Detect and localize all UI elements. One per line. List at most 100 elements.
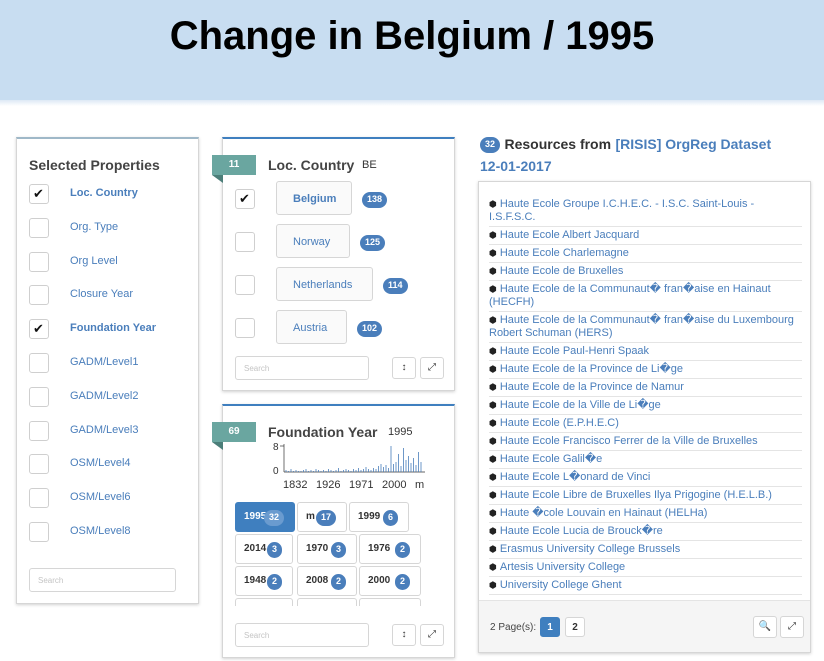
- resource-link[interactable]: Haute Ecole Albert Jacquard: [500, 229, 639, 241]
- property-label[interactable]: Loc. Country: [70, 187, 138, 199]
- resource-item[interactable]: ⬢ Haute Ecole de la Ville de Li�ge: [489, 397, 802, 415]
- resource-item[interactable]: ⬢ Erasmus University College Brussels: [489, 541, 802, 559]
- property-row[interactable]: OSM/Level6: [29, 488, 194, 510]
- year-button-clipped[interactable]: [297, 598, 357, 606]
- property-label[interactable]: OSM/Level4: [70, 457, 131, 469]
- property-checkbox[interactable]: [29, 353, 49, 373]
- year-button[interactable]: 2014 3: [235, 534, 293, 564]
- resource-link[interactable]: Haute Ecole Galil�e: [500, 453, 602, 465]
- property-checkbox[interactable]: [29, 454, 49, 475]
- resource-item[interactable]: ⬢ Haute Ecole Paul-Henri Spaak: [489, 343, 802, 361]
- property-label[interactable]: Foundation Year: [70, 322, 156, 334]
- year-button[interactable]: m 17: [297, 502, 347, 532]
- year-button[interactable]: 1970 3: [297, 534, 357, 564]
- property-row[interactable]: GADM/Level1: [29, 353, 194, 375]
- year-button[interactable]: 2000 2: [359, 566, 421, 596]
- resource-item[interactable]: ⬢ Haute Ecole de la Communaut� fran�aise …: [489, 312, 802, 343]
- resource-link[interactable]: Haute �cole Louvain en Hainaut (HELHa): [500, 507, 708, 519]
- resource-item[interactable]: ⬢ Haute Ecole de la Communaut� fran�aise …: [489, 281, 802, 312]
- property-checkbox[interactable]: [29, 522, 49, 542]
- property-row[interactable]: GADM/Level3: [29, 420, 194, 443]
- property-row[interactable]: OSM/Level4: [29, 454, 194, 476]
- resource-link[interactable]: University College Ghent: [500, 579, 622, 591]
- property-checkbox[interactable]: [29, 217, 49, 238]
- resource-link[interactable]: Haute Ecole de Bruxelles: [500, 265, 624, 277]
- property-label[interactable]: GADM/Level1: [70, 356, 138, 368]
- property-checkbox[interactable]: [29, 319, 49, 340]
- property-label[interactable]: Org. Type: [70, 221, 118, 233]
- property-checkbox[interactable]: [29, 488, 49, 509]
- property-checkbox[interactable]: [29, 251, 49, 272]
- year-button[interactable]: 1948 2: [235, 566, 293, 596]
- property-label[interactable]: OSM/Level8: [70, 525, 131, 537]
- property-checkbox[interactable]: [29, 285, 49, 306]
- resource-link[interactable]: Haute Ecole Paul-Henri Spaak: [500, 345, 649, 357]
- resource-item[interactable]: ⬢ Haute Ecole Albert Jacquard: [489, 227, 802, 245]
- resource-link[interactable]: Haute Ecole Libre de Bruxelles Ilya Prig…: [500, 489, 772, 501]
- resource-link[interactable]: Haute Ecole Francisco Ferrer de la Ville…: [500, 435, 758, 447]
- year-button[interactable]: 1976 2: [359, 534, 421, 564]
- year-button[interactable]: 1995 32: [235, 502, 295, 532]
- country-button[interactable]: Norway: [276, 224, 350, 258]
- property-row[interactable]: GADM/Level2: [29, 386, 194, 409]
- property-label[interactable]: Org Level: [70, 255, 118, 267]
- resource-item[interactable]: ⬢ Haute Ecole Libre de Bruxelles Ilya Pri…: [489, 487, 802, 505]
- property-row[interactable]: Org. Type: [29, 217, 194, 240]
- resource-link[interactable]: Haute Ecole de la Communaut� fran�aise d…: [489, 314, 794, 339]
- expand-icon[interactable]: ⤢: [420, 624, 444, 646]
- expand-icon[interactable]: ⤢: [420, 357, 444, 379]
- property-label[interactable]: Closure Year: [70, 288, 133, 300]
- resource-link[interactable]: Erasmus University College Brussels: [500, 543, 680, 555]
- sort-icon[interactable]: ↕: [392, 624, 416, 646]
- resource-link[interactable]: Haute Ecole Lucia de Brouck�re: [500, 525, 663, 537]
- dataset-link[interactable]: [RISIS] OrgReg Dataset: [616, 136, 772, 152]
- year-button-clipped[interactable]: [235, 598, 293, 606]
- country-button[interactable]: Belgium: [276, 181, 352, 215]
- resource-link[interactable]: Haute Ecole de la Communaut� fran�aise e…: [489, 283, 771, 308]
- resource-link[interactable]: Haute Ecole Groupe I.C.H.E.C. - I.S.C. S…: [489, 198, 754, 223]
- property-checkbox[interactable]: [29, 386, 49, 407]
- property-label[interactable]: GADM/Level2: [70, 390, 138, 402]
- resource-link[interactable]: Artesis University College: [500, 561, 625, 573]
- property-row[interactable]: Closure Year: [29, 285, 194, 307]
- year-button[interactable]: 1999 6: [349, 502, 409, 532]
- country-checkbox[interactable]: [235, 318, 255, 338]
- resource-item[interactable]: ⬢ Haute �cole Louvain en Hainaut (HELHa): [489, 505, 802, 523]
- resource-item[interactable]: ⬢ Artesis University College: [489, 559, 802, 577]
- property-label[interactable]: OSM/Level6: [70, 491, 131, 503]
- page-2-button[interactable]: 2: [565, 617, 585, 637]
- resource-link[interactable]: Haute Ecole de la Province de Li�ge: [500, 363, 683, 375]
- country-checkbox[interactable]: [235, 275, 255, 295]
- resource-item[interactable]: ⬢ Haute Ecole L�onard de Vinci: [489, 469, 802, 487]
- page-1-button[interactable]: 1: [540, 617, 560, 637]
- resource-item[interactable]: ⬢ Haute Ecole (E.P.H.E.C): [489, 415, 802, 433]
- country-checkbox[interactable]: [235, 232, 255, 252]
- resource-link[interactable]: Haute Ecole (E.P.H.E.C): [500, 417, 619, 429]
- year-button-clipped[interactable]: [359, 598, 421, 606]
- resource-item[interactable]: ⬢ Haute Ecole Groupe I.C.H.E.C. - I.S.C. …: [489, 196, 802, 227]
- resource-link[interactable]: Haute Ecole L�onard de Vinci: [500, 471, 651, 483]
- property-row[interactable]: OSM/Level8: [29, 522, 194, 544]
- resource-item[interactable]: ⬢ Haute Ecole Lucia de Brouck�re: [489, 523, 802, 541]
- resource-item[interactable]: ⬢ Haute Ecole de la Province de Li�ge: [489, 361, 802, 379]
- resource-item[interactable]: ⬢ Haute Ecole Galil�e: [489, 451, 802, 469]
- resource-item[interactable]: ⬢ Haute Ecole Francisco Ferrer de la Vill…: [489, 433, 802, 451]
- sort-icon[interactable]: ↕: [392, 357, 416, 379]
- property-checkbox[interactable]: [29, 184, 49, 204]
- resource-link[interactable]: Haute Ecole Charlemagne: [500, 247, 629, 259]
- resource-item[interactable]: ⬢ Haute Ecole Charlemagne: [489, 245, 802, 263]
- loc-country-search-input[interactable]: Search: [235, 356, 369, 380]
- search-icon[interactable]: 🔍: [753, 616, 777, 638]
- country-button[interactable]: Netherlands: [276, 267, 373, 301]
- property-row[interactable]: Foundation Year: [29, 319, 194, 341]
- property-row[interactable]: Org Level: [29, 251, 194, 274]
- resource-item[interactable]: ⬢ Haute Ecole de Bruxelles: [489, 263, 802, 281]
- property-row[interactable]: Loc. Country: [29, 184, 194, 206]
- resource-item[interactable]: ⬢ University College Ghent: [489, 577, 802, 595]
- country-checkbox[interactable]: [235, 189, 255, 209]
- property-label[interactable]: GADM/Level3: [70, 424, 138, 436]
- property-checkbox[interactable]: [29, 420, 49, 441]
- country-button[interactable]: Austria: [276, 310, 347, 344]
- resource-link[interactable]: Haute Ecole de la Province de Namur: [500, 381, 684, 393]
- foundation-year-search-input[interactable]: Search: [235, 623, 369, 647]
